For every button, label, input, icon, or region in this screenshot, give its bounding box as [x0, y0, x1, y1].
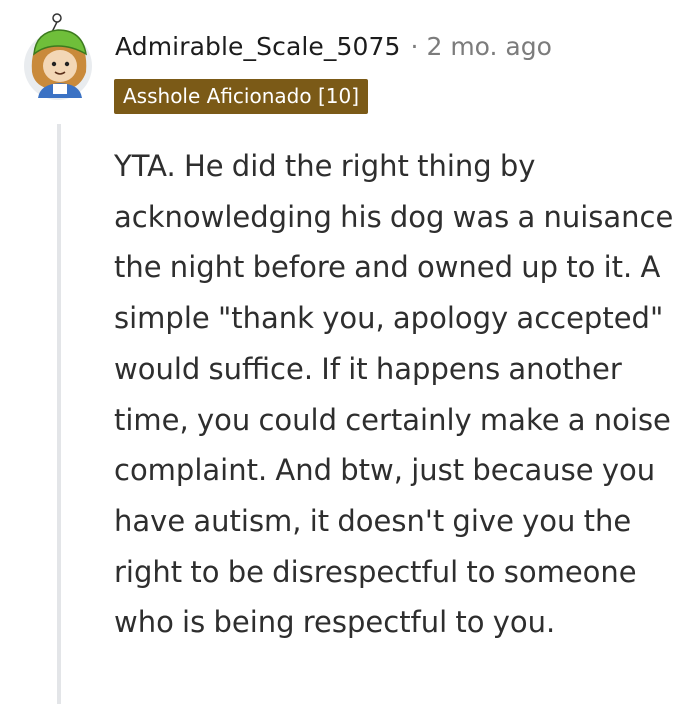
user-avatar-icon[interactable] [22, 10, 98, 102]
comment-meta: Admirable_Scale_5075 · 2 mo. ago [115, 28, 552, 64]
timestamp[interactable]: 2 mo. ago [426, 32, 551, 61]
comment-body: YTA. He did the right thing by acknowled… [114, 149, 674, 640]
separator-dot: · [410, 31, 419, 61]
thread-line[interactable] [57, 124, 61, 704]
user-flair-badge: Asshole Aficionado [10] [114, 79, 368, 114]
comment: Admirable_Scale_5075 · 2 mo. ago Asshole… [0, 0, 700, 704]
username-link[interactable]: Admirable_Scale_5075 [115, 32, 401, 61]
